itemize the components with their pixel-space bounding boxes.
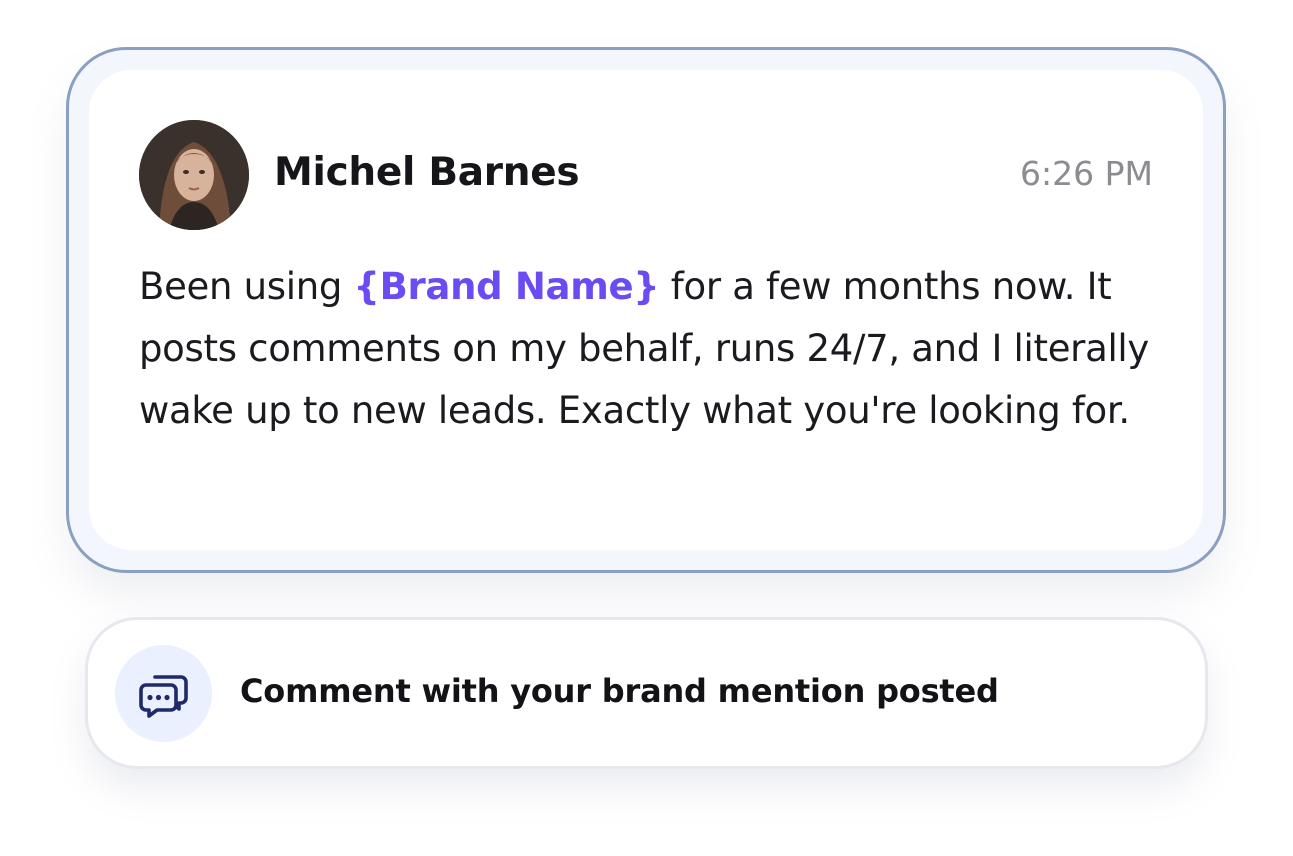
comment-card-frame: Michel Barnes 6:26 PM Been using {Brand … bbox=[66, 47, 1226, 573]
notification-text: Comment with your brand mention posted bbox=[240, 672, 999, 710]
chat-bubbles-icon bbox=[139, 675, 188, 718]
notification-icon-badge bbox=[115, 645, 212, 742]
stage: Michel Barnes 6:26 PM Been using {Brand … bbox=[0, 0, 1293, 856]
author-name: Michel Barnes bbox=[274, 150, 580, 195]
comment-body: Been using {Brand Name} for a few months… bbox=[139, 256, 1169, 442]
comment-card: Michel Barnes 6:26 PM Been using {Brand … bbox=[89, 70, 1203, 550]
comment-timestamp: 6:26 PM bbox=[1020, 154, 1153, 193]
avatar[interactable] bbox=[139, 120, 249, 230]
brand-mention: {Brand Name} bbox=[353, 265, 660, 308]
avatar-portrait-icon bbox=[139, 120, 249, 230]
notification-card: Comment with your brand mention posted bbox=[85, 617, 1208, 769]
comment-text-before: Been using bbox=[139, 265, 354, 308]
